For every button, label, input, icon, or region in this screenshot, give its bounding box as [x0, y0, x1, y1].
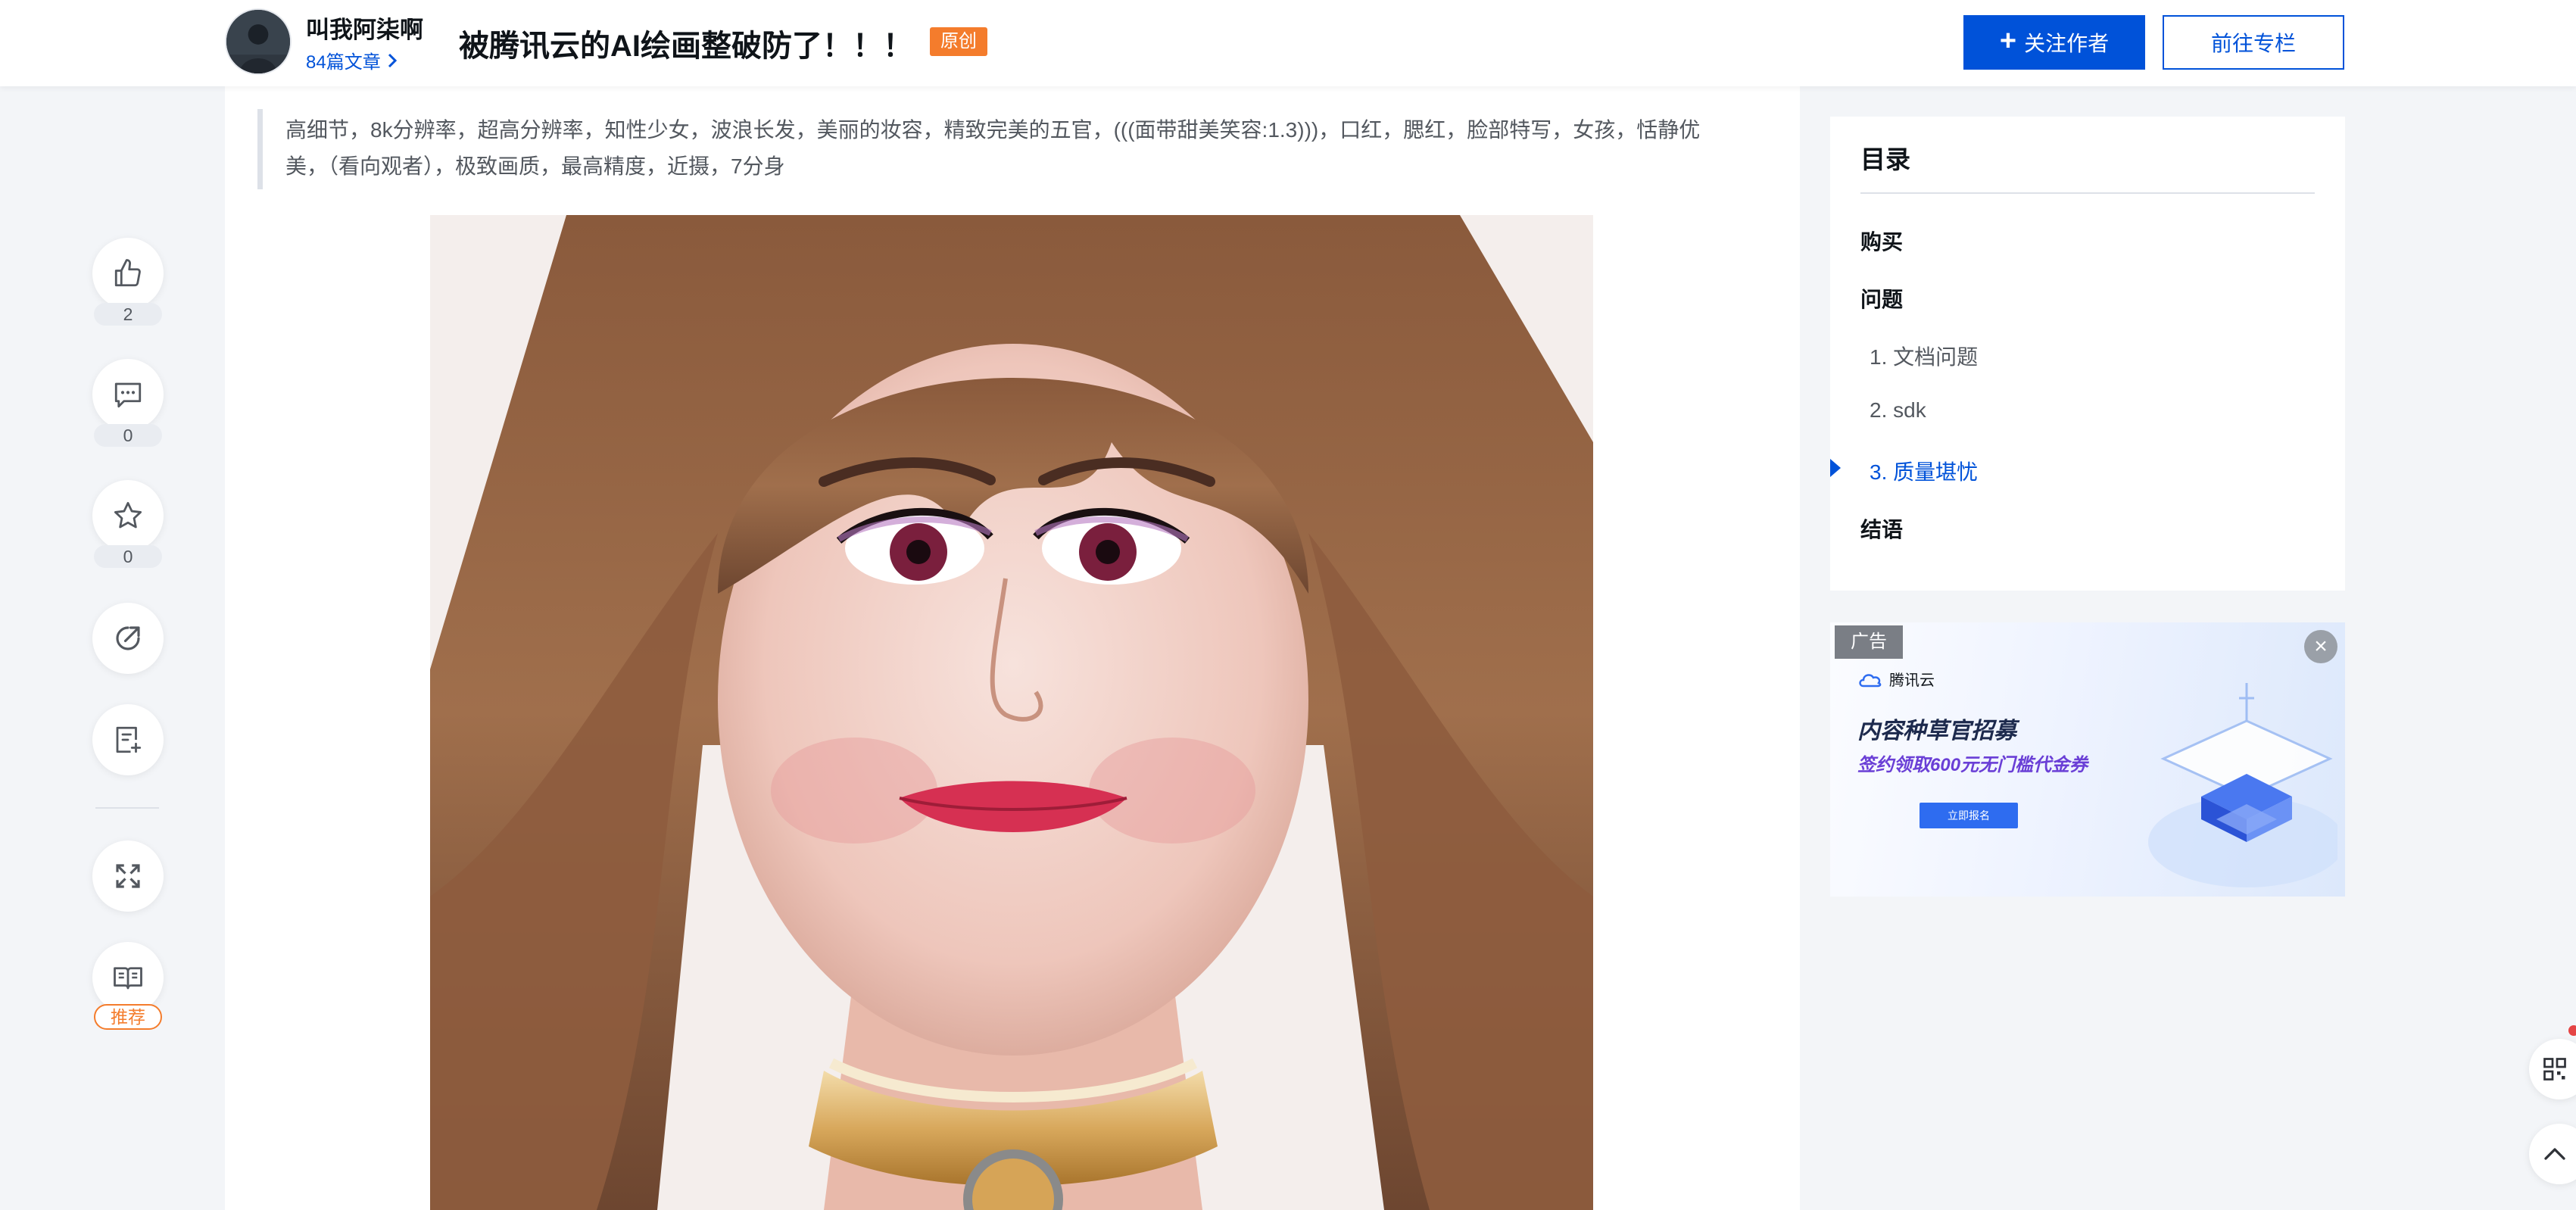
comment-icon [114, 382, 142, 408]
like-button[interactable] [92, 238, 164, 309]
author-articles-link[interactable]: 84篇文章 [306, 47, 398, 73]
add-note-button[interactable] [92, 704, 164, 775]
share-button[interactable] [92, 603, 164, 674]
toc-title: 目录 [1860, 145, 1910, 173]
book-icon [114, 967, 142, 990]
follow-author-label: 关注作者 [2024, 32, 2110, 55]
portrait-image [430, 215, 1593, 1210]
author-avatar[interactable] [225, 8, 292, 75]
plus-icon: + [1999, 25, 2017, 57]
toc-item-doc-problems[interactable]: 1. 文档问题 [1870, 341, 1978, 371]
comment-button[interactable] [92, 359, 164, 430]
qrcode-icon [2543, 1058, 2566, 1081]
article-title: 被腾讯云的AI绘画整破防了！！！ [459, 30, 913, 63]
follow-author-button[interactable]: + 关注作者 [1963, 15, 2145, 70]
author-name[interactable]: 叫我阿柒啊 [306, 11, 423, 45]
ad-illustration [2148, 683, 2337, 887]
toc-divider [1860, 192, 2315, 194]
thumbs-up-icon [114, 259, 141, 287]
notification-dot [2568, 1025, 2576, 1036]
toc-active-marker-icon [1830, 459, 1841, 477]
chevron-right-icon [388, 53, 397, 67]
ad-brand-logo: 腾讯云 [1857, 668, 1935, 690]
toc-item-buy[interactable]: 购买 [1860, 226, 1903, 256]
cloud-logo-icon [1859, 673, 1882, 687]
go-to-column-button[interactable]: 前往专栏 [2163, 15, 2344, 70]
recommend-tag[interactable]: 推荐 [94, 1004, 162, 1030]
note-add-icon [116, 726, 142, 753]
ad-headline: 内容种草官招募 [1857, 719, 2016, 744]
comment-count: 0 [94, 424, 162, 447]
close-icon[interactable]: × [2304, 630, 2337, 663]
article-image[interactable] [430, 215, 1593, 1210]
back-to-top-button[interactable] [2529, 1124, 2576, 1184]
like-count: 2 [94, 303, 162, 326]
favorite-count: 0 [94, 545, 162, 568]
toc-item-conclusion[interactable]: 结语 [1860, 513, 1903, 544]
side-bar-divider [95, 807, 159, 809]
qrcode-button[interactable] [2529, 1039, 2576, 1099]
ad-signup-button[interactable]: 立即报名 [1920, 803, 2018, 828]
ad-tag: 广告 [1835, 625, 1903, 659]
favorite-button[interactable] [92, 480, 164, 551]
expand-icon [116, 864, 140, 888]
original-badge: 原创 [930, 27, 987, 56]
fullscreen-button[interactable] [92, 840, 164, 912]
author-articles-count: 84篇文章 [306, 52, 381, 73]
ad-subline: 签约领取600元无门槛代金券 [1857, 755, 2088, 775]
toc-item-quality[interactable]: 3. 质量堪忧 [1870, 456, 1978, 486]
share-icon [116, 626, 140, 650]
table-of-contents: 目录 购买 问题 1. 文档问题 2. sdk 3. 质量堪忧 结语 [1830, 117, 2345, 591]
prompt-quote: 高细节，8k分辨率，超高分辨率，知性少女，波浪长发，美丽的妆容，精致完美的五官，… [257, 109, 1742, 189]
toc-item-sdk[interactable]: 2. sdk [1870, 398, 1926, 423]
toc-item-problems[interactable]: 问题 [1860, 283, 1903, 313]
chevron-up-icon [2544, 1148, 2565, 1160]
top-bar: 叫我阿柒啊 84篇文章 被腾讯云的AI绘画整破防了！！！ 原创 + 关注作者 前… [0, 0, 2576, 86]
ad-brand-name: 腾讯云 [1889, 672, 1935, 689]
star-icon [114, 501, 142, 529]
ad-banner[interactable]: 广告 × 腾讯云 内容种草官招募 签约领取600元无门槛代金券 立即报名 [1830, 622, 2345, 897]
recommend-button[interactable] [92, 942, 164, 1013]
avatar-image [226, 10, 290, 73]
